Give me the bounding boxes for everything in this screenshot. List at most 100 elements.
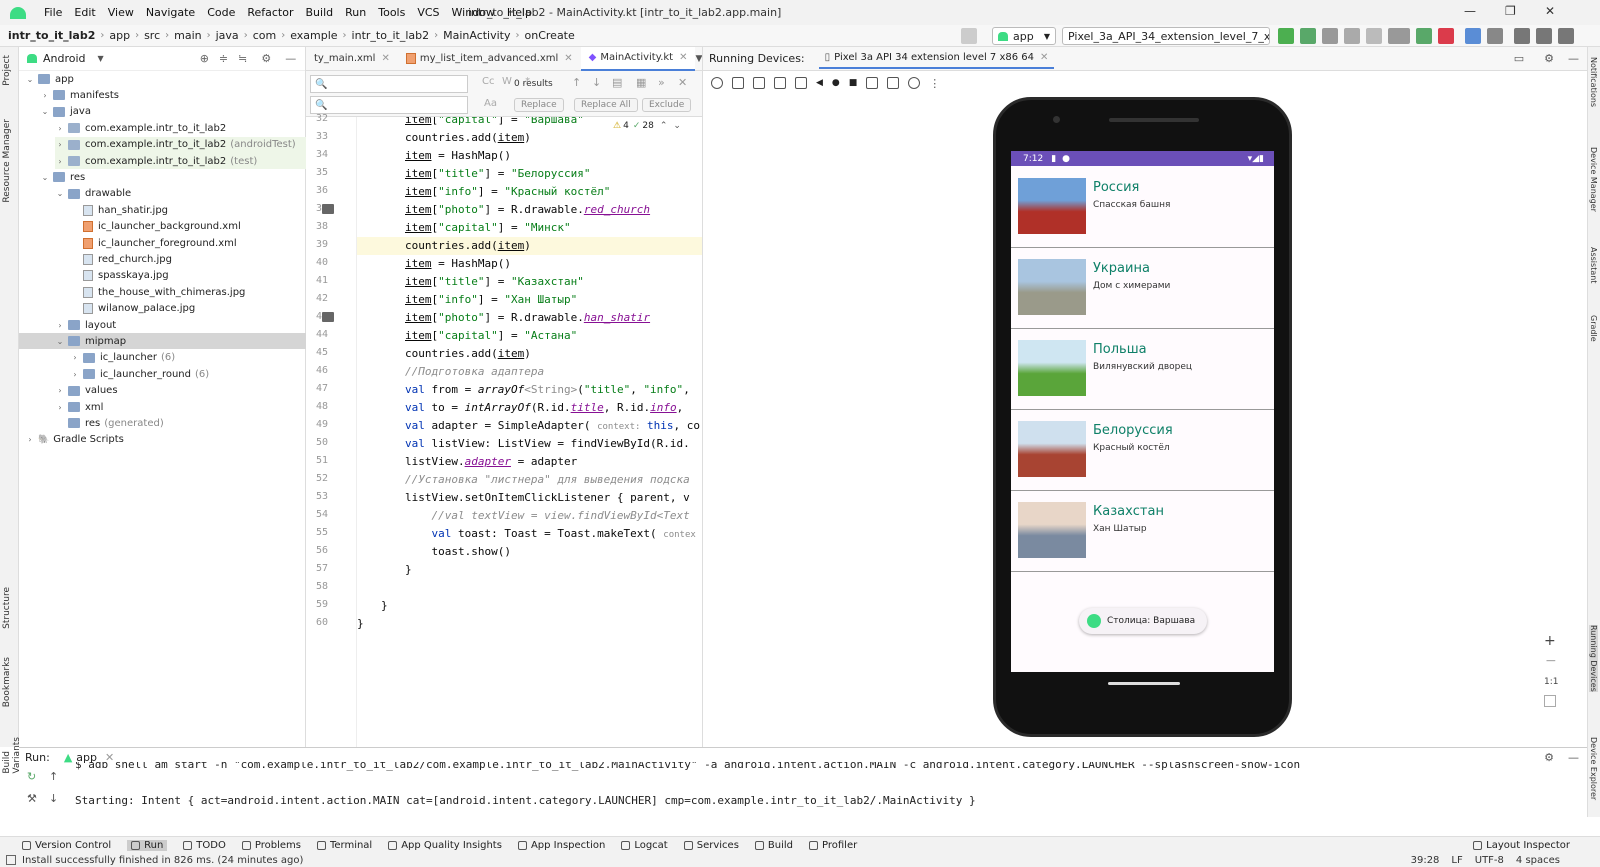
tree-item[interactable]: › layout	[55, 317, 116, 333]
collapse-all-icon[interactable]: ≒	[238, 52, 247, 65]
bottom-tab-todo[interactable]: TODO	[183, 840, 226, 851]
sync-icon[interactable]	[1322, 28, 1338, 44]
window-options-icon[interactable]: ▭	[1514, 52, 1524, 65]
menu-item-file[interactable]: File	[38, 6, 68, 19]
bottom-tab-build[interactable]: Build	[754, 840, 793, 851]
rerun-icon[interactable]	[1278, 28, 1294, 44]
file-encoding[interactable]: UTF-8	[1475, 855, 1504, 866]
tree-item[interactable]: han_shatir.jpg	[70, 202, 168, 218]
menu-item-view[interactable]: View	[102, 6, 140, 19]
chevron-down-icon[interactable]: ▼	[98, 54, 104, 63]
list-item[interactable]: Польша Вилянувский дворец	[1011, 328, 1274, 410]
tool-bookmarks[interactable]: Bookmarks	[2, 657, 12, 707]
tool-resource-manager[interactable]: Resource Manager	[2, 119, 12, 203]
project-view-select[interactable]: Android	[43, 52, 86, 65]
power-icon[interactable]	[711, 77, 723, 89]
zoom-in-icon[interactable]: +	[1544, 633, 1556, 649]
menu-item-navigate[interactable]: Navigate	[140, 6, 201, 19]
profile-icon[interactable]	[1366, 28, 1382, 44]
apply-changes-icon[interactable]	[1300, 28, 1316, 44]
chevron-down-icon[interactable]: ⌄	[25, 75, 35, 84]
tree-item[interactable]: ⌄ java	[40, 104, 91, 120]
tree-item[interactable]: red_church.jpg	[70, 251, 172, 267]
breadcrumb-item[interactable]: java	[216, 29, 239, 42]
menu-item-tools[interactable]: Tools	[372, 6, 411, 19]
search-input[interactable]: 🔍	[310, 75, 468, 93]
tree-item[interactable]: › com.example.intr_to_it_lab2 (androidTest…	[55, 136, 306, 153]
tree-item[interactable]: ⌄ drawable	[55, 186, 132, 202]
chevron-down-icon[interactable]: ⌄	[40, 107, 50, 116]
bottom-tab-logcat[interactable]: Logcat	[621, 840, 668, 851]
tree-item[interactable]: › com.example.intr_to_it_lab2	[55, 120, 226, 136]
run-config-select[interactable]: app ▼	[992, 27, 1056, 45]
tree-item[interactable]: ⌄ res	[40, 169, 86, 185]
breadcrumb-item[interactable]: intr_to_it_lab2	[352, 29, 430, 42]
breadcrumb-item[interactable]: app	[109, 29, 130, 42]
tree-item[interactable]: › com.example.intr_to_it_lab2 (test)	[55, 153, 306, 169]
select-all-icon[interactable]: ▦	[636, 76, 646, 89]
prev-highlight-icon[interactable]: ⌃	[660, 121, 668, 131]
code-editor[interactable]: ⚠ 4 ✓ 28 ⌃ ⌄ item["capital"] = "Варшава" co…	[357, 117, 702, 747]
list-item[interactable]: Белоруссия Красный костёл	[1011, 409, 1274, 491]
menu-item-edit[interactable]: Edit	[68, 6, 101, 19]
more-find-icon[interactable]: »	[658, 76, 665, 89]
more-run-icon[interactable]	[1388, 28, 1410, 44]
tree-item[interactable]: › manifests	[40, 87, 119, 103]
replace-all-button[interactable]: Replace All	[574, 98, 638, 112]
tree-item[interactable]: › values	[55, 383, 117, 399]
chevron-right-icon[interactable]: ›	[25, 435, 35, 444]
chevron-right-icon[interactable]: ›	[55, 157, 65, 166]
breadcrumb-item[interactable]: src	[144, 29, 160, 42]
rotate-left-icon[interactable]	[774, 77, 786, 89]
next-highlight-icon[interactable]: ⌄	[673, 121, 681, 131]
tree-item[interactable]: the_house_with_chimeras.jpg	[70, 284, 245, 300]
bottom-tab-terminal[interactable]: Terminal	[316, 840, 372, 851]
words-icon[interactable]: W	[502, 76, 512, 87]
prev-occurrence-icon[interactable]: ↑	[572, 76, 581, 89]
tree-item[interactable]: ⌄ app	[25, 71, 74, 87]
scroll-up-icon[interactable]: ↑	[49, 770, 58, 783]
breadcrumb-item[interactable]: MainActivity	[443, 29, 510, 42]
screenshot-icon[interactable]	[866, 77, 879, 89]
image-gutter-icon[interactable]	[322, 312, 334, 322]
expand-all-icon[interactable]: ≑	[219, 52, 228, 65]
replace-button[interactable]: Replace	[514, 98, 564, 112]
filter-icon[interactable]: ▤	[612, 76, 622, 89]
tab-activity-main-xml[interactable]: ty_main.xml ✕	[306, 47, 398, 71]
menu-item-build[interactable]: Build	[300, 6, 340, 19]
zoom-fit-icon[interactable]	[1544, 695, 1556, 707]
coverage-icon[interactable]	[1344, 28, 1360, 44]
exclude-button[interactable]: Exclude	[642, 98, 692, 112]
caret-position[interactable]: 39:28	[1411, 855, 1440, 866]
volume-down-icon[interactable]	[753, 77, 765, 89]
locate-icon[interactable]: ⊕	[200, 52, 209, 65]
chevron-right-icon[interactable]: ›	[55, 403, 65, 412]
tree-item[interactable]: wilanow_palace.jpg	[70, 301, 195, 317]
layout-inspector-tab[interactable]: Layout Inspector	[1473, 840, 1570, 851]
menu-item-code[interactable]: Code	[201, 6, 241, 19]
bottom-tab-run[interactable]: Run	[127, 839, 168, 851]
breadcrumb-item[interactable]: com	[253, 29, 277, 42]
overview-icon[interactable]: ■	[849, 78, 858, 88]
bottom-tab-app-quality-insights[interactable]: App Quality Insights	[388, 840, 502, 851]
breadcrumb-item[interactable]: intr_to_it_lab2	[8, 29, 95, 42]
list-item[interactable]: Казахстан Хан Шатыр	[1011, 490, 1274, 572]
menu-item-vcs[interactable]: VCS	[411, 6, 445, 19]
bottom-tab-profiler[interactable]: Profiler	[809, 840, 857, 851]
chevron-down-icon[interactable]: ⌄	[40, 173, 50, 182]
tree-item[interactable]: ic_launcher_background.xml	[70, 219, 241, 235]
wrench-icon[interactable]: ⚒	[27, 792, 37, 805]
volume-up-icon[interactable]	[732, 77, 744, 89]
tool-structure[interactable]: Structure	[2, 587, 12, 629]
zoom-actual-size[interactable]: 1:1	[1544, 677, 1558, 687]
bottom-tab-problems[interactable]: Problems	[241, 840, 301, 851]
tree-item[interactable]: › 🐘 Gradle Scripts	[25, 432, 124, 448]
back-icon[interactable]: ◀	[816, 78, 823, 88]
breadcrumb-item[interactable]: main	[174, 29, 201, 42]
hide-devices-icon[interactable]: —	[1568, 52, 1579, 65]
chevron-right-icon[interactable]: ›	[40, 91, 50, 100]
zoom-out-icon[interactable]: −	[1545, 653, 1557, 669]
device-select[interactable]: Pixel_3a_API_34_extension_level_7_x86...	[1062, 27, 1270, 45]
more-options-icon[interactable]: ⋮	[929, 77, 940, 90]
tree-item[interactable]: ⌄ mipmap	[19, 333, 306, 350]
